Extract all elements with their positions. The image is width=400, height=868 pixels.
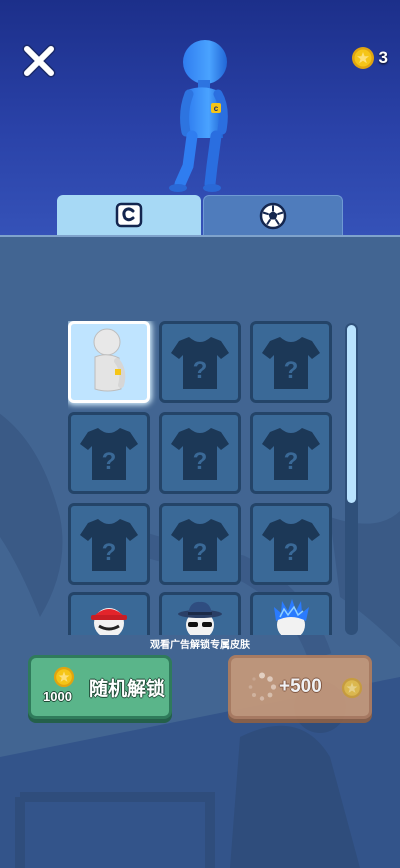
random-unlock-price: 1000 xyxy=(43,689,72,704)
grid-scrollbar[interactable] xyxy=(345,323,358,635)
jersey-c-icon xyxy=(115,202,143,228)
jersey-question-icon: ? xyxy=(171,428,229,480)
svg-text:?: ? xyxy=(193,539,208,566)
jersey-question-icon: ? xyxy=(80,519,138,571)
coin-count: 3 xyxy=(378,48,388,67)
random-unlock-label: 随机解锁 xyxy=(89,679,166,700)
skin-slot-hat[interactable] xyxy=(159,592,241,635)
jersey-question-icon: ? xyxy=(171,337,229,389)
watch-ad-button[interactable]: +500 xyxy=(228,655,372,719)
loading-spinner-icon xyxy=(248,672,277,701)
white-character-icon xyxy=(93,328,126,392)
red-cap-head-icon xyxy=(91,608,127,635)
skin-panel: ? ? ? ? ? ? ? ? 观看广告解锁专属皮肤 1000 随机解锁 +50… xyxy=(0,235,400,868)
skin-slot-locked[interactable]: ? xyxy=(250,321,332,403)
tab-ball[interactable] xyxy=(203,195,343,235)
random-unlock-button[interactable]: 1000 随机解锁 xyxy=(28,655,172,719)
coin-icon xyxy=(351,47,374,69)
svg-text:c: c xyxy=(214,104,219,113)
svg-text:?: ? xyxy=(284,357,299,384)
svg-text:?: ? xyxy=(284,448,299,475)
skin-slot-locked[interactable]: ? xyxy=(68,503,150,585)
coin-icon xyxy=(341,677,363,699)
svg-text:?: ? xyxy=(193,448,208,475)
skin-grid: ? ? ? ? ? ? ? ? xyxy=(68,321,333,635)
tab-jersey[interactable] xyxy=(57,195,201,235)
category-tabs xyxy=(57,195,343,235)
ad-unlock-note: 观看广告解锁专属皮肤 xyxy=(150,640,250,651)
jersey-question-icon: ? xyxy=(171,519,229,571)
jersey-question-icon: ? xyxy=(80,428,138,480)
skin-slot-selected[interactable] xyxy=(68,321,150,403)
skin-slot-hat[interactable] xyxy=(68,592,150,635)
skin-slot-locked[interactable]: ? xyxy=(159,503,241,585)
jersey-question-icon: ? xyxy=(262,428,320,480)
coin-counter: 3 xyxy=(351,46,388,70)
close-button[interactable] xyxy=(20,42,58,80)
svg-text:?: ? xyxy=(193,357,208,384)
soccer-ball-icon xyxy=(259,202,287,229)
close-icon xyxy=(22,44,56,78)
skin-slot-locked[interactable]: ? xyxy=(159,412,241,494)
fedora-sunglasses-head-icon xyxy=(178,601,222,635)
svg-text:?: ? xyxy=(102,539,117,566)
jersey-question-icon: ? xyxy=(262,337,320,389)
jersey-question-icon: ? xyxy=(262,519,320,571)
skin-slot-locked[interactable]: ? xyxy=(68,412,150,494)
svg-text:?: ? xyxy=(102,448,117,475)
scrollbar-thumb[interactable] xyxy=(347,325,356,503)
skin-slot-locked[interactable]: ? xyxy=(250,412,332,494)
watch-ad-reward: +500 xyxy=(279,676,322,697)
blue-spiky-hair-head-icon xyxy=(274,599,309,635)
player-character: c xyxy=(169,40,228,192)
skin-slot-locked[interactable]: ? xyxy=(250,503,332,585)
skin-slot-hat[interactable] xyxy=(250,592,332,635)
skin-slot-locked[interactable]: ? xyxy=(159,321,241,403)
svg-text:?: ? xyxy=(284,539,299,566)
coin-icon xyxy=(53,666,75,688)
